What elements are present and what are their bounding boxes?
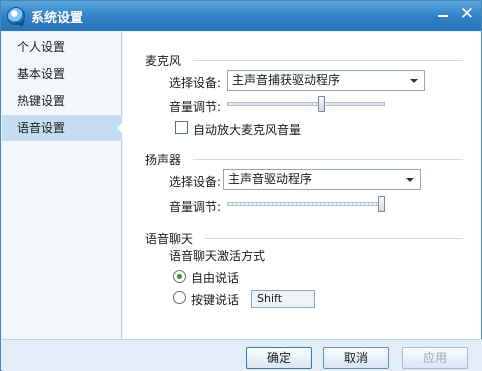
- title-bar[interactable]: 系统设置 ✕: [1, 1, 481, 31]
- apply-button[interactable]: 应用: [402, 347, 468, 369]
- cancel-button[interactable]: 取消: [323, 347, 389, 369]
- speaker-volume-track: [227, 202, 385, 206]
- minimize-button[interactable]: [433, 5, 453, 25]
- free-talk-label: 自由说话: [191, 271, 240, 285]
- window-title: 系统设置: [31, 11, 84, 26]
- push-to-talk-label: 按键说话: [191, 293, 240, 307]
- sidebar-item-voice[interactable]: 语音设置: [2, 115, 123, 141]
- auto-boost-label: 自动放大麦克风音量: [193, 123, 302, 137]
- close-icon: ✕: [459, 4, 475, 24]
- microphone-volume-handle[interactable]: [318, 96, 325, 112]
- dialog-footer: 确定 取消 应用: [2, 339, 482, 371]
- close-button[interactable]: ✕: [457, 5, 477, 25]
- ok-button[interactable]: 确定: [246, 347, 312, 369]
- chevron-down-icon: [410, 79, 418, 83]
- minimize-icon: [438, 15, 448, 17]
- settings-window: 系统设置 ✕ 个人设置 基本设置 热键设置 语音设置 麦克风 选择设备: 主声音…: [0, 0, 482, 371]
- speaker-section-title: 扬声器: [145, 153, 182, 167]
- speaker-volume-slider[interactable]: [227, 196, 385, 212]
- sidebar-item-personal[interactable]: 个人设置: [2, 34, 122, 60]
- sidebar-item-basic[interactable]: 基本设置: [2, 61, 122, 87]
- auto-boost-checkbox[interactable]: [175, 121, 188, 134]
- microphone-device-label: 选择设备:: [169, 76, 222, 90]
- microphone-volume-label: 音量调节:: [169, 100, 222, 114]
- voice-settings-panel: 麦克风 选择设备: 主声音捕获驱动程序 音量调节: 自动放大麦克风音量 扬声器 …: [123, 32, 481, 339]
- microphone-section-title: 麦克风: [145, 54, 182, 68]
- chevron-down-icon: [406, 178, 414, 182]
- microphone-device-value: 主声音捕获驱动程序: [232, 73, 341, 87]
- speaker-device-label: 选择设备:: [169, 175, 222, 189]
- push-to-talk-radio[interactable]: [173, 291, 186, 304]
- free-talk-radio[interactable]: [173, 270, 186, 283]
- app-logo-icon: [7, 7, 25, 25]
- microphone-volume-slider[interactable]: [227, 96, 385, 112]
- sidebar-item-hotkeys[interactable]: 热键设置: [2, 88, 122, 114]
- speaker-device-value: 主声音驱动程序: [228, 172, 313, 186]
- settings-sidebar: 个人设置 基本设置 热键设置 语音设置: [2, 32, 123, 339]
- microphone-volume-track: [227, 102, 385, 106]
- speaker-divider: [193, 159, 463, 160]
- speaker-volume-handle[interactable]: [378, 196, 385, 212]
- voice-chat-divider: [205, 238, 463, 239]
- speaker-volume-label: 音量调节:: [169, 200, 222, 214]
- microphone-divider: [193, 60, 463, 61]
- voice-chat-mode-label: 语音聊天激活方式: [169, 249, 266, 263]
- microphone-device-select[interactable]: 主声音捕获驱动程序: [227, 70, 425, 91]
- push-to-talk-hotkey-field[interactable]: Shift: [251, 290, 315, 308]
- voice-chat-section-title: 语音聊天: [145, 232, 194, 246]
- speaker-device-select[interactable]: 主声音驱动程序: [223, 169, 421, 190]
